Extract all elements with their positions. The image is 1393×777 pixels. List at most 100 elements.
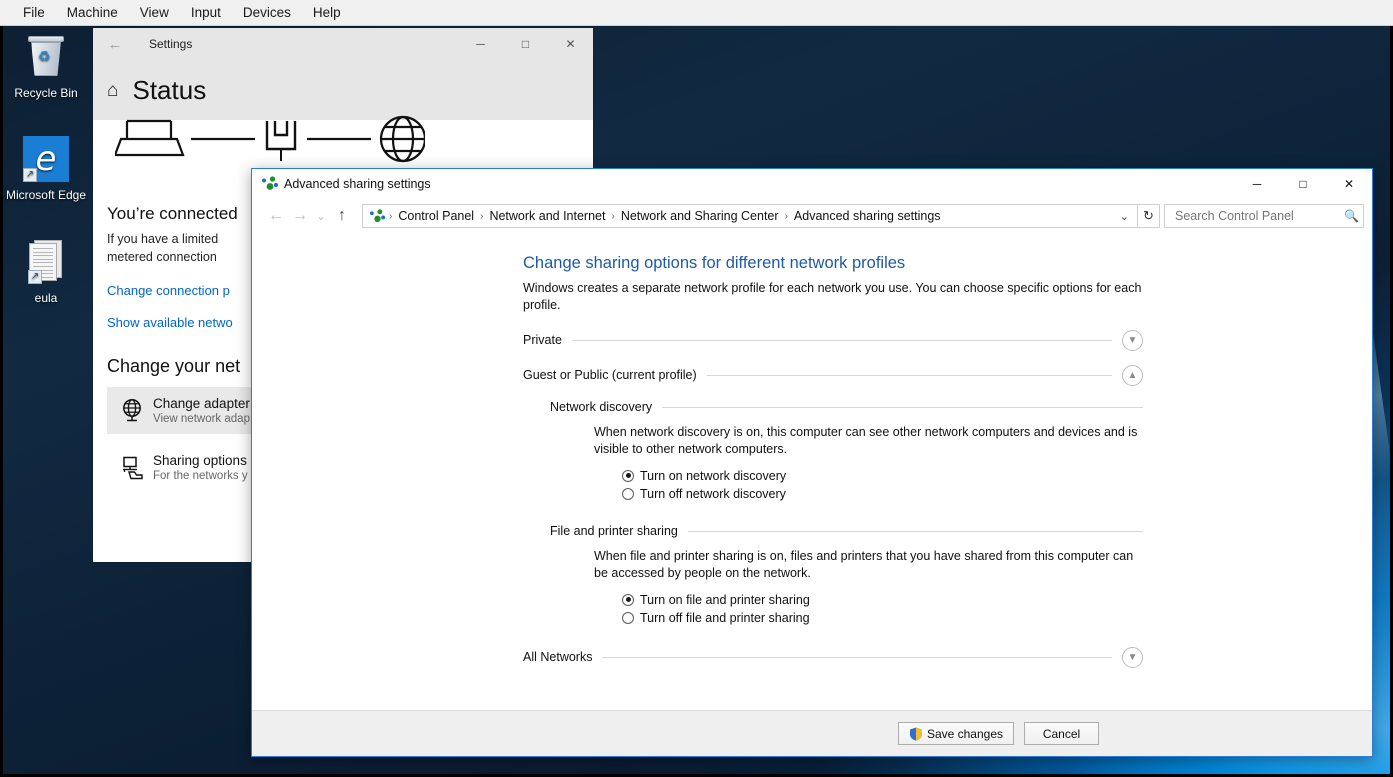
tile-subtitle: View network adap xyxy=(153,413,250,425)
menu-input[interactable]: Input xyxy=(180,3,232,22)
screen-root: File Machine View Input Devices Help ♻ R… xyxy=(0,0,1393,777)
section-divider xyxy=(662,407,1143,408)
breadcrumb-item-advanced-sharing-settings[interactable]: Advanced sharing settings xyxy=(791,209,944,223)
back-arrow-icon[interactable]: ← xyxy=(264,204,288,228)
tile-title: Change adapter xyxy=(153,396,250,411)
network-diagram-svg xyxy=(115,115,425,175)
breadcrumb-separator: › xyxy=(386,211,395,222)
breadcrumb-separator: › xyxy=(477,211,486,222)
settings-minimize-button[interactable]: ─ xyxy=(458,28,503,60)
radio-label: Turn on file and printer sharing xyxy=(640,593,810,607)
virtualbox-menubar: File Machine View Input Devices Help xyxy=(0,0,1393,26)
edge-icon: e ↗ xyxy=(4,133,88,185)
desktop-icon-microsoft-edge[interactable]: e ↗ Microsoft Edge xyxy=(4,133,88,202)
profile-row-all-networks[interactable]: All Networks ▼ xyxy=(523,648,1143,666)
settings-back-button[interactable]: ← xyxy=(93,28,137,60)
chevron-down-icon[interactable]: ▼ xyxy=(1122,647,1143,668)
radio-turn-off-network-discovery[interactable]: Turn off network discovery xyxy=(622,485,1143,502)
settings-page-title: Status xyxy=(132,75,206,106)
profile-divider xyxy=(572,340,1112,341)
section-header: File and printer sharing xyxy=(550,524,1143,538)
section-title: Network discovery xyxy=(550,400,652,414)
radio-button-icon[interactable] xyxy=(622,612,634,624)
save-changes-button[interactable]: Save changes xyxy=(898,722,1014,745)
search-icon[interactable]: 🔍 xyxy=(1341,209,1359,223)
menu-help[interactable]: Help xyxy=(302,3,352,22)
settings-titlebar: ← Settings ─ □ ✕ xyxy=(93,28,593,60)
radio-button-icon[interactable] xyxy=(622,470,634,482)
profile-name: All Networks xyxy=(523,650,592,664)
chevron-down-icon[interactable]: ▼ xyxy=(1122,330,1143,351)
section-divider xyxy=(688,531,1143,532)
breadcrumb-network-sharing-icon xyxy=(369,209,386,224)
uac-shield-icon xyxy=(909,727,923,741)
menu-machine[interactable]: Machine xyxy=(56,3,129,22)
breadcrumb-item-network-and-internet[interactable]: Network and Internet xyxy=(486,209,608,223)
sharing-folder-svg xyxy=(120,455,146,481)
page-subtext: Windows creates a separate network profi… xyxy=(523,280,1143,314)
cancel-button[interactable]: Cancel xyxy=(1024,722,1099,745)
refresh-icon[interactable]: ↻ xyxy=(1137,205,1159,227)
radio-turn-on-network-discovery[interactable]: Turn on network discovery xyxy=(622,467,1143,484)
breadcrumb-item-network-and-sharing-center[interactable]: Network and Sharing Center xyxy=(618,209,782,223)
settings-header: ⌂ Status xyxy=(93,60,593,120)
forward-arrow-icon[interactable]: → xyxy=(288,204,312,228)
breadcrumb-item-control-panel[interactable]: Control Panel xyxy=(395,209,477,223)
chevron-up-icon[interactable]: ▲ xyxy=(1122,365,1143,386)
shortcut-arrow-icon: ↗ xyxy=(28,270,42,284)
advanced-sharing-settings-window[interactable]: Advanced sharing settings ─ □ ✕ ← → ⌄ ↑ xyxy=(251,168,1373,757)
globe-adapter-svg xyxy=(120,398,146,424)
menu-view[interactable]: View xyxy=(129,3,180,22)
breadcrumb[interactable]: › Control Panel › Network and Internet ›… xyxy=(362,204,1160,228)
desktop-icon-eula[interactable]: ↗ eula xyxy=(4,236,88,305)
text-document-icon: ↗ xyxy=(4,236,88,288)
breadcrumb-separator: › xyxy=(782,211,791,222)
profile-row-private[interactable]: Private ▼ xyxy=(523,331,1143,349)
profile-divider xyxy=(707,375,1112,376)
profile-name: Private xyxy=(523,333,562,347)
radio-button-icon[interactable] xyxy=(622,594,634,606)
control-panel-window-title: Advanced sharing settings xyxy=(284,177,431,191)
profile-divider xyxy=(602,657,1112,658)
settings-maximize-button[interactable]: □ xyxy=(503,28,548,60)
breadcrumb-separator: › xyxy=(608,211,617,222)
file-printer-sharing-radio-group: Turn on file and printer sharing Turn of… xyxy=(622,591,1143,626)
profile-row-guest-or-public[interactable]: Guest or Public (current profile) ▲ xyxy=(523,366,1143,384)
desktop-icon-label: Microsoft Edge xyxy=(4,188,88,202)
home-icon[interactable]: ⌂ xyxy=(107,81,118,100)
menu-devices[interactable]: Devices xyxy=(232,3,302,22)
settings-window-title: Settings xyxy=(149,37,192,51)
radio-turn-off-file-and-printer-sharing[interactable]: Turn off file and printer sharing xyxy=(622,609,1143,626)
up-arrow-icon[interactable]: ↑ xyxy=(330,204,354,228)
sharing-folder-icon xyxy=(113,455,153,481)
control-panel-navbar: ← → ⌄ ↑ › Control Panel › Network and In… xyxy=(252,199,1372,233)
shortcut-arrow-icon: ↗ xyxy=(23,168,37,182)
cp-close-button[interactable]: ✕ xyxy=(1326,169,1372,199)
desktop-icon-recycle-bin[interactable]: ♻ Recycle Bin xyxy=(4,31,88,100)
section-description: When file and printer sharing is on, fil… xyxy=(594,548,1143,582)
section-network-discovery: Network discovery When network discovery… xyxy=(550,400,1143,502)
recent-locations-chevron-down-icon[interactable]: ⌄ xyxy=(312,204,330,228)
cp-minimize-button[interactable]: ─ xyxy=(1234,169,1280,199)
breadcrumb-network-svg xyxy=(369,209,386,224)
radio-turn-on-file-and-printer-sharing[interactable]: Turn on file and printer sharing xyxy=(622,591,1143,608)
search-input-wrapper[interactable]: 🔍 xyxy=(1164,204,1364,228)
menu-file[interactable]: File xyxy=(12,3,56,22)
globe-adapter-icon xyxy=(113,398,153,424)
radio-label: Turn off file and printer sharing xyxy=(640,611,810,625)
tile-title: Sharing options xyxy=(153,453,248,468)
radio-button-icon[interactable] xyxy=(622,488,634,500)
search-input[interactable] xyxy=(1173,208,1341,224)
breadcrumb-chevron-down-icon[interactable]: ⌄ xyxy=(1112,210,1137,223)
network-discovery-radio-group: Turn on network discovery Turn off netwo… xyxy=(622,467,1143,502)
radio-label: Turn off network discovery xyxy=(640,487,786,501)
control-panel-titlebar[interactable]: Advanced sharing settings ─ □ ✕ xyxy=(252,169,1372,199)
page-heading: Change sharing options for different net… xyxy=(523,254,1143,273)
cp-maximize-button[interactable]: □ xyxy=(1280,169,1326,199)
radio-label: Turn on network discovery xyxy=(640,469,786,483)
uac-shield-svg xyxy=(909,727,923,741)
control-panel-footer: Save changes Cancel xyxy=(252,710,1372,756)
desktop-icon-label: Recycle Bin xyxy=(4,86,88,100)
section-file-and-printer-sharing: File and printer sharing When file and p… xyxy=(550,524,1143,626)
settings-close-button[interactable]: ✕ xyxy=(548,28,593,60)
